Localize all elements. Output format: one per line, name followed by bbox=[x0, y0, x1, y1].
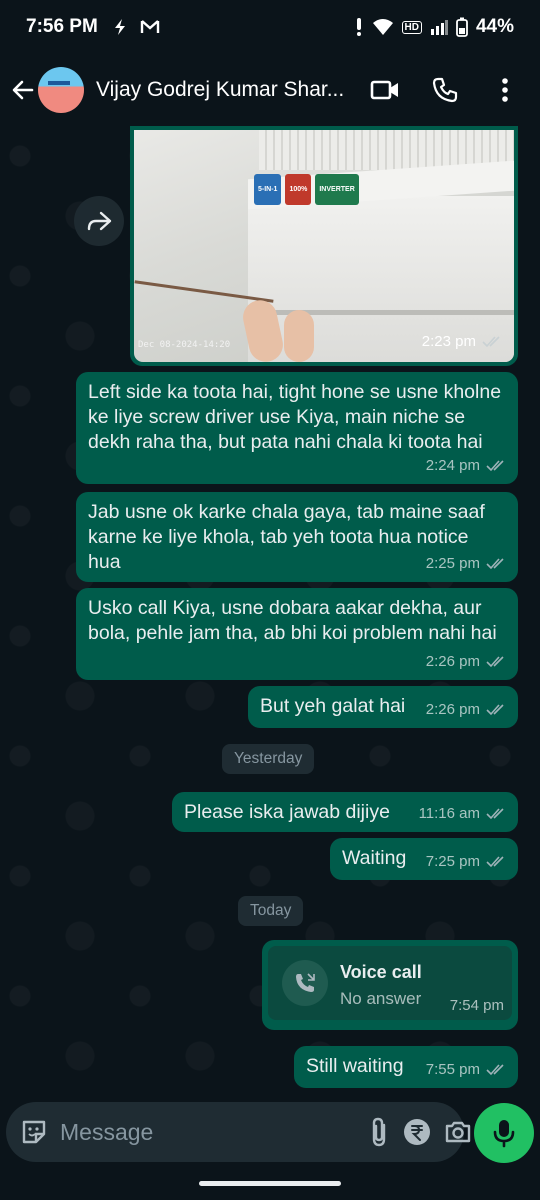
message-meta: 2:23 pm bbox=[422, 329, 502, 354]
message-text: Left side ka toota hai, tight hone se us… bbox=[88, 381, 502, 453]
camera-button[interactable] bbox=[444, 1115, 472, 1149]
voice-call-button[interactable] bbox=[430, 75, 460, 105]
message-time: 11:16 am bbox=[418, 805, 480, 822]
message-meta: 7:55 pm bbox=[426, 1057, 506, 1082]
double-check-icon bbox=[482, 335, 500, 347]
voice-call-message[interactable]: Voice call No answer 7:54 pm bbox=[262, 940, 518, 1030]
message-bubble[interactable]: Still waiting 7:55 pm bbox=[294, 1046, 518, 1088]
chat-area[interactable]: 5-IN-1 100% INVERTER Dec 08-2024-14:20 2… bbox=[0, 126, 540, 1100]
message-bubble[interactable]: Left side ka toota hai, tight hone se us… bbox=[76, 372, 518, 484]
battery-icon bbox=[456, 17, 468, 37]
flash-icon bbox=[114, 19, 125, 35]
message-time: 2:26 pm bbox=[425, 653, 480, 670]
message-composer bbox=[6, 1102, 471, 1162]
message-bubble[interactable]: Usko call Kiya, usne dobara aakar dekha,… bbox=[76, 588, 518, 680]
video-camera-icon bbox=[370, 80, 398, 100]
paperclip-icon bbox=[372, 1117, 386, 1147]
battery-percent: 44% bbox=[475, 16, 514, 37]
double-check-icon bbox=[486, 557, 504, 569]
forward-button[interactable] bbox=[74, 196, 124, 246]
chat-header: Vijay Godrej Kumar Shar... bbox=[0, 54, 540, 126]
signal-icon bbox=[430, 20, 448, 35]
message-time: 2:25 pm bbox=[425, 555, 480, 572]
missed-call-icon bbox=[282, 960, 328, 1006]
message-time: 2:26 pm bbox=[425, 701, 480, 718]
rupee-icon bbox=[404, 1119, 430, 1145]
system-icons: HD 44% bbox=[354, 16, 514, 38]
navigation-gesture-bar[interactable] bbox=[199, 1181, 341, 1186]
photo-ac-unit[interactable]: 5-IN-1 100% INVERTER Dec 08-2024-14:20 bbox=[134, 130, 514, 362]
message-meta: 2:26 pm bbox=[426, 649, 506, 674]
message-bubble[interactable]: Jab usne ok karke chala gaya, tab maine … bbox=[76, 492, 518, 582]
status-bar: 7:56 PM HD 44% bbox=[0, 0, 540, 54]
date-divider: Yesterday bbox=[222, 744, 315, 774]
double-check-icon bbox=[486, 459, 504, 471]
message-time: 2:23 pm bbox=[421, 333, 476, 350]
message-meta: 11:16 am bbox=[419, 801, 506, 826]
product-labels: 5-IN-1 100% INVERTER bbox=[254, 174, 359, 205]
notification-icons bbox=[112, 18, 160, 36]
date-divider: Today bbox=[238, 896, 304, 926]
call-status: No answer bbox=[340, 989, 422, 1008]
call-title: Voice call bbox=[340, 962, 422, 982]
message-bubble[interactable]: Waiting 7:25 pm bbox=[330, 838, 518, 880]
video-call-button[interactable] bbox=[370, 75, 400, 105]
arrow-left-icon bbox=[12, 80, 34, 100]
sticker-icon bbox=[22, 1120, 46, 1144]
sticker-button[interactable] bbox=[20, 1115, 48, 1149]
camera-icon bbox=[445, 1121, 471, 1143]
message-meta: 2:24 pm bbox=[426, 453, 506, 478]
message-meta: 7:54 pm bbox=[450, 993, 504, 1018]
message-meta: 7:25 pm bbox=[426, 849, 506, 874]
message-bubble[interactable]: Please iska jawab dijiye 11:16 am bbox=[172, 792, 518, 832]
attach-button[interactable] bbox=[368, 1115, 390, 1149]
status-time: 7:56 PM bbox=[26, 16, 98, 37]
contact-avatar[interactable] bbox=[38, 67, 84, 113]
header-actions bbox=[370, 75, 532, 105]
message-time: 7:55 pm bbox=[425, 1061, 480, 1078]
double-check-icon bbox=[486, 1063, 504, 1075]
message-time: 2:24 pm bbox=[425, 457, 480, 474]
contact-name[interactable]: Vijay Godrej Kumar Shar... bbox=[96, 78, 358, 102]
image-message[interactable]: 5-IN-1 100% INVERTER Dec 08-2024-14:20 2… bbox=[130, 126, 518, 366]
message-bubble[interactable]: But yeh galat hai 2:26 pm bbox=[248, 686, 518, 728]
microphone-icon bbox=[493, 1120, 515, 1148]
payment-button[interactable] bbox=[402, 1115, 432, 1149]
phone-icon bbox=[432, 77, 458, 103]
gmail-icon bbox=[140, 20, 160, 33]
double-check-icon bbox=[486, 807, 504, 819]
forward-icon bbox=[87, 211, 112, 231]
message-meta: 2:26 pm bbox=[426, 697, 506, 722]
double-check-icon bbox=[486, 855, 504, 867]
voice-message-button[interactable] bbox=[474, 1103, 534, 1163]
wifi-icon bbox=[372, 19, 393, 35]
mute-icon bbox=[356, 18, 361, 36]
message-text: Usko call Kiya, usne dobara aakar dekha,… bbox=[88, 597, 497, 644]
double-check-icon bbox=[486, 703, 504, 715]
hd-badge: HD bbox=[401, 20, 422, 34]
message-time: 7:54 pm bbox=[449, 997, 504, 1014]
message-input[interactable] bbox=[60, 1118, 356, 1146]
message-time: 7:25 pm bbox=[425, 853, 480, 870]
back-button[interactable] bbox=[10, 77, 36, 103]
double-check-icon bbox=[486, 655, 504, 667]
more-options-button[interactable] bbox=[490, 75, 520, 105]
more-vertical-icon bbox=[502, 78, 508, 102]
photo-timestamp: Dec 08-2024-14:20 bbox=[138, 340, 231, 350]
message-meta: 2:25 pm bbox=[426, 551, 506, 576]
